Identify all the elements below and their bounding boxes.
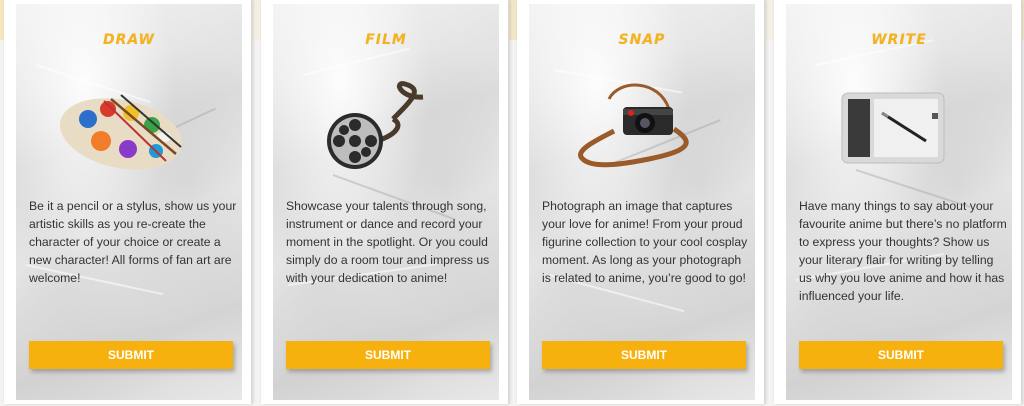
card-description: Photograph an image that captures your l… [542, 199, 748, 285]
card-film: FILM Showcase your talents through song,… [261, 0, 509, 404]
film-reel-icon [327, 81, 424, 169]
card-title: WRITE [871, 32, 927, 48]
camera-icon [578, 83, 689, 168]
card-paper-background: WRITE Have many things to say about your… [786, 4, 1012, 400]
submit-button-draw[interactable]: SUBMIT [29, 341, 233, 369]
submit-button-write[interactable]: SUBMIT [799, 341, 1003, 369]
submit-button-film[interactable]: SUBMIT [286, 341, 490, 369]
submission-cards: DRAW Be it a pencil or a stylus, show us… [0, 0, 1024, 406]
card-description: Be it a pencil or a stylus, show us your… [29, 199, 237, 285]
card-snap: SNAP Photograph an image that captures y… [517, 0, 765, 404]
card-paper-background: FILM Showcase your talents through song,… [273, 4, 499, 400]
card-title: DRAW [103, 32, 155, 48]
card-paper-background: DRAW Be it a pencil or a stylus, show us… [16, 4, 242, 400]
card-draw: DRAW Be it a pencil or a stylus, show us… [4, 0, 252, 404]
drawing-tablet-icon [841, 92, 945, 164]
paint-palette-icon [59, 94, 183, 170]
card-write: WRITE Have many things to say about your… [774, 0, 1022, 404]
card-title: SNAP [618, 32, 666, 48]
card-paper-background: SNAP Photograph an image that captures y… [529, 4, 755, 400]
submit-button-snap[interactable]: SUBMIT [542, 341, 746, 369]
card-description: Showcase your talents through song, inst… [286, 199, 490, 285]
card-title: FILM [365, 32, 407, 48]
card-description: Have many things to say about your favou… [799, 199, 1007, 303]
